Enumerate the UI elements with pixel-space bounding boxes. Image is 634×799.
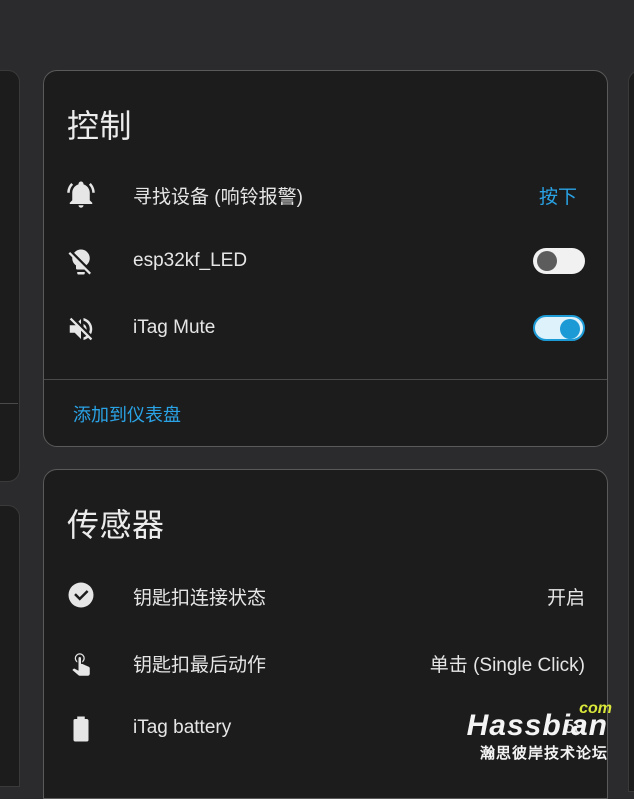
last-action-value: 单击 (Single Click): [429, 655, 585, 676]
press-button[interactable]: 按下: [539, 182, 577, 209]
led-toggle[interactable]: [533, 248, 585, 274]
left-card-partial-top: [0, 70, 20, 482]
left-card-divider: [0, 403, 18, 404]
mute-toggle-knob: [560, 319, 580, 339]
sensors-card-title: 传感器: [67, 507, 165, 543]
controls-card-divider: [44, 379, 607, 380]
led-toggle-knob: [537, 251, 557, 271]
last-action-label: 钥匙扣最后动作: [133, 655, 267, 676]
controls-card: 控制 寻找设备 (响铃报警) 按下 esp32kf_LED iTag Mute …: [43, 70, 608, 447]
gesture-tap-icon: [66, 647, 96, 677]
mute-toggle[interactable]: [533, 315, 585, 341]
volume-off-icon: [66, 314, 96, 344]
hassbian-watermark: com Hassbian 瀚思彼岸技术论坛: [467, 700, 612, 763]
control-row-led: esp32kf_LED: [44, 241, 607, 281]
watermark-subtitle: 瀚思彼岸技术论坛: [479, 745, 608, 762]
control-row-mute: iTag Mute: [44, 308, 607, 348]
controls-card-title: 控制: [67, 108, 133, 144]
connection-status-label: 钥匙扣连接状态: [133, 588, 267, 609]
sensor-row-last-action: 钥匙扣最后动作 单击 (Single Click): [44, 641, 607, 681]
add-to-dashboard-link[interactable]: 添加到仪表盘: [73, 401, 181, 427]
lightbulb-off-icon: [66, 247, 96, 277]
check-circle-icon: [66, 580, 96, 610]
bell-ring-icon: [66, 179, 96, 209]
led-label: esp32kf_LED: [133, 250, 248, 271]
control-row-find-device: 寻找设备 (响铃报警) 按下: [44, 173, 607, 213]
connection-status-value: 开启: [546, 588, 585, 609]
sensor-row-connection: 钥匙扣连接状态 开启: [44, 574, 607, 614]
watermark-suffix: com: [579, 700, 612, 717]
battery-label: iTag battery: [133, 717, 232, 738]
battery-icon: [66, 714, 96, 744]
mute-label: iTag Mute: [133, 317, 216, 338]
right-card-partial-top: [628, 70, 634, 792]
left-card-partial-bottom: [0, 505, 20, 787]
find-device-label: 寻找设备 (响铃报警): [133, 187, 303, 208]
